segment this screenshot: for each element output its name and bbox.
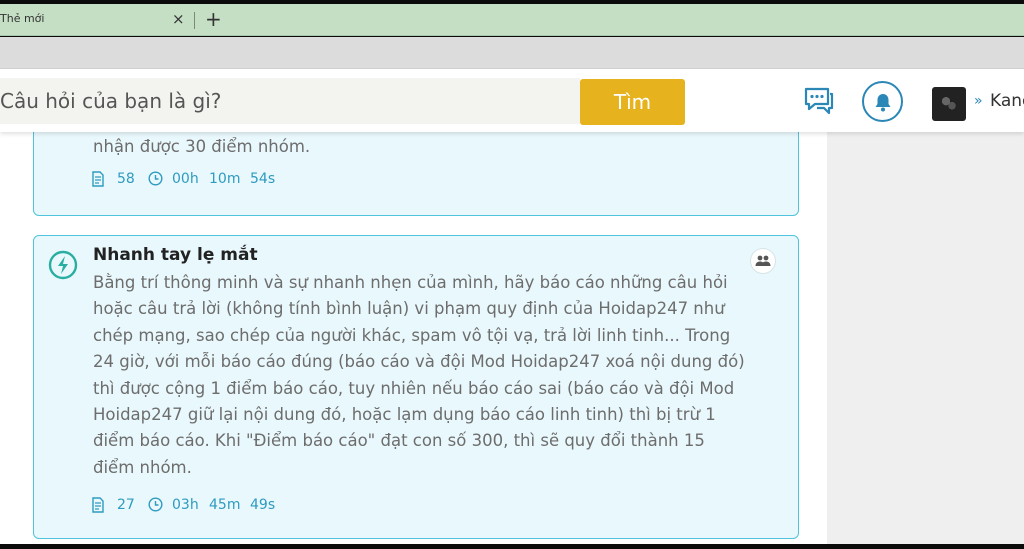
browser-address-bar[interactable]	[0, 37, 1024, 69]
card-description-line: Hoidap247 giữ lại nội dung đó, hoặc lạm …	[93, 405, 716, 424]
card-description-line: điểm nhóm.	[93, 458, 192, 477]
group-icon[interactable]	[750, 248, 776, 274]
countdown-hours: 03h	[172, 497, 199, 513]
screen-frame-bottom	[0, 544, 1024, 549]
chevron-down-icon[interactable]: »	[974, 93, 983, 109]
card-count: 27	[117, 497, 135, 513]
card-description-line: hoặc câu trả lời (không tính bình luận) …	[93, 299, 725, 318]
card-description-line: Bằng trí thông minh và sự nhanh nhẹn của…	[93, 273, 728, 292]
search-input[interactable]	[0, 78, 580, 124]
tab-close-icon[interactable]: ×	[172, 9, 185, 29]
countdown-hours: 00h	[172, 171, 199, 187]
user-name[interactable]: Kane	[990, 91, 1024, 111]
card-title: Nhanh tay lẹ mắt	[93, 245, 258, 265]
card-description-line: nhận được 30 điểm nhóm.	[93, 137, 311, 156]
countdown-minutes: 45m	[209, 497, 241, 513]
page: nhận được 30 điểm nhóm. 58 00h 10m 54s N…	[0, 69, 1024, 544]
site-header: Tìm » Kane	[0, 69, 1024, 132]
lightning-icon	[48, 250, 78, 280]
card-description-line: thì được cộng 1 điểm báo cáo, tuy nhiên …	[93, 379, 735, 398]
browser-tab-title: Thẻ mới	[0, 12, 45, 25]
browser-tab[interactable]: Thẻ mới ×	[0, 4, 192, 36]
search-button[interactable]: Tìm	[580, 79, 685, 125]
clock-icon	[148, 497, 163, 512]
card-description-line: 24 giờ, với mỗi báo cáo đúng (báo cáo và…	[93, 352, 745, 371]
document-icon	[92, 171, 104, 187]
chat-bubbles-icon[interactable]	[803, 86, 835, 116]
new-tab-button[interactable]: +	[205, 7, 222, 31]
countdown-seconds: 49s	[250, 497, 276, 513]
card-count: 58	[117, 171, 135, 187]
tab-divider	[194, 12, 195, 29]
clock-icon	[148, 171, 163, 186]
card-description-line: điểm báo cáo. Khi "Điểm báo cáo" đạt con…	[93, 431, 705, 450]
browser-tab-bar: Thẻ mới × +	[0, 4, 1024, 36]
right-sidebar	[827, 69, 1024, 544]
card-description-line: chép mạng, sao chép của người khác, spam…	[93, 326, 731, 345]
main-content: nhận được 30 điểm nhóm. 58 00h 10m 54s N…	[0, 69, 827, 544]
countdown-minutes: 10m	[209, 171, 241, 187]
avatar[interactable]	[932, 87, 966, 121]
document-icon	[92, 497, 104, 513]
countdown-seconds: 54s	[250, 171, 276, 187]
mission-card: Nhanh tay lẹ mắt Bằng trí thông minh và …	[33, 235, 799, 539]
bell-icon[interactable]	[862, 81, 903, 122]
